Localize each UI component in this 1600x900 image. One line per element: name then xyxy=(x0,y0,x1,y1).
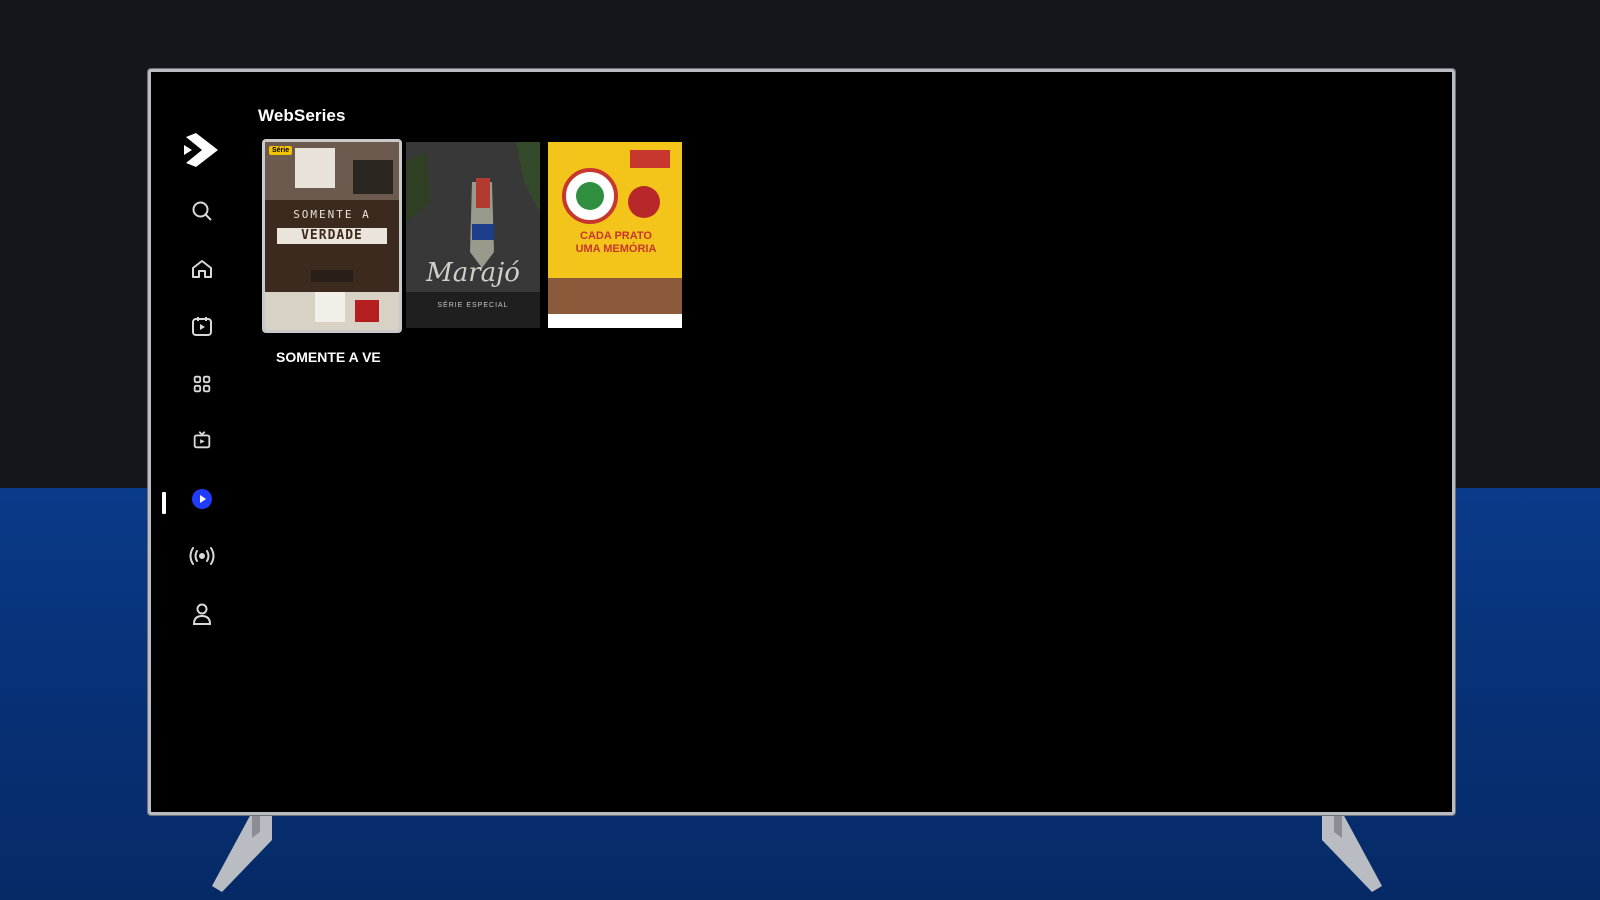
poster-card[interactable]: Marajó SÉRIE ESPECIAL xyxy=(406,142,540,328)
nav-tv[interactable] xyxy=(182,420,222,460)
nav-webseries[interactable] xyxy=(182,479,222,519)
tv-screen: WebSeries Série SOMENTE A VERDADE Marajó… xyxy=(158,79,1445,805)
nav-search[interactable] xyxy=(182,191,222,231)
sidebar xyxy=(158,79,238,805)
poster-text-top: SOMENTE A xyxy=(293,208,371,221)
poster-card[interactable]: CADA PRATO UMA MEMÓRIA xyxy=(548,142,682,328)
nav-categories[interactable] xyxy=(182,364,222,404)
poster-image xyxy=(406,142,540,328)
nav-profile[interactable] xyxy=(182,594,222,634)
active-indicator xyxy=(162,492,166,514)
poster-badge: Série xyxy=(269,146,293,155)
calendar-play-icon xyxy=(192,317,212,336)
poster-text-sub: SÉRIE ESPECIAL xyxy=(437,302,509,309)
tv-frame: WebSeries Série SOMENTE A VERDADE Marajó… xyxy=(148,69,1455,815)
user-icon xyxy=(192,603,212,625)
poster-text-main: CADA PRATO UMA MEMÓRIA xyxy=(575,230,657,255)
play-circle-icon xyxy=(192,489,212,509)
poster-card[interactable]: Série SOMENTE A VERDADE xyxy=(262,139,402,333)
tv-icon xyxy=(193,431,211,449)
focused-item-title: SOMENTE A VE xyxy=(276,349,381,365)
home-icon xyxy=(192,260,212,278)
grid-icon xyxy=(193,375,211,393)
nav-live[interactable] xyxy=(182,536,222,576)
tv-stand-right xyxy=(1322,812,1382,892)
app-logo-icon xyxy=(184,133,218,167)
broadcast-icon xyxy=(189,547,215,565)
tv-stand-left xyxy=(212,812,272,892)
poster-text-main: Marajó xyxy=(426,258,520,288)
nav-home[interactable] xyxy=(182,249,222,289)
section-title: WebSeries xyxy=(258,106,346,125)
poster-text-main: VERDADE xyxy=(301,228,363,243)
search-icon xyxy=(192,201,212,221)
nav-movies[interactable] xyxy=(182,306,222,346)
